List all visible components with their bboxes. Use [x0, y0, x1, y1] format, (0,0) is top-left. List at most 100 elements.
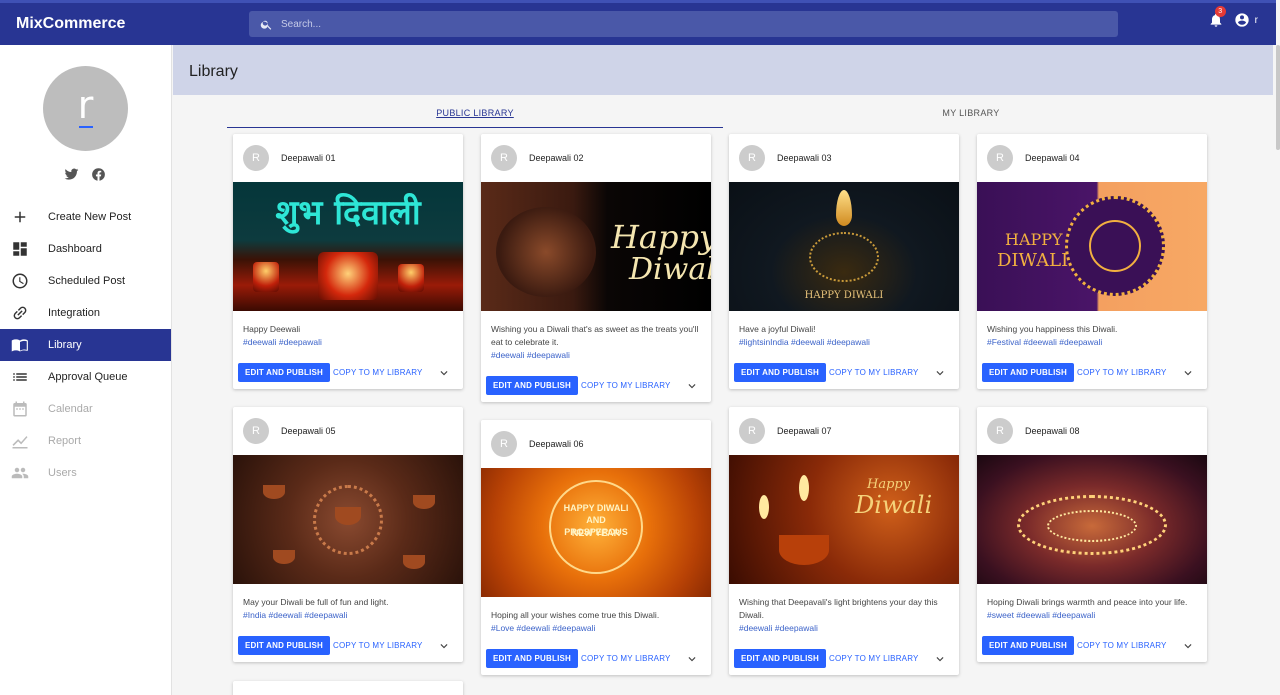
edit-and-publish-button[interactable]: EDIT AND PUBLISH	[238, 636, 331, 655]
list-icon	[13, 373, 27, 381]
edit-and-publish-button[interactable]: EDIT AND PUBLISH	[238, 363, 331, 382]
sidebar-item-label: Calendar	[48, 403, 93, 415]
dashboard-icon	[13, 242, 27, 256]
copy-to-my-library-button[interactable]: COPY TO MY LIBRARY	[581, 381, 671, 390]
sidebar-item-label: Dashboard	[48, 243, 102, 255]
search-input[interactable]	[281, 18, 1081, 30]
edit-and-publish-button[interactable]: EDIT AND PUBLISH	[734, 363, 827, 382]
sidebar-item-approval-queue[interactable]: Approval Queue	[0, 361, 171, 393]
profile-avatar[interactable]: r	[43, 66, 128, 151]
card-hashtags[interactable]: #Festival #deewali #deepawali	[977, 336, 1207, 349]
sidebar-item-calendar[interactable]: Calendar	[0, 393, 171, 425]
card-title: Deepawali 04	[1025, 153, 1080, 163]
library-card: R Deepawali 05 May your Diwali be full of…	[233, 407, 463, 662]
expand-button[interactable]	[685, 652, 699, 666]
library-card: R Deepawali 07 Happy Diwali Wishing that …	[729, 407, 959, 675]
search-icon	[260, 20, 272, 30]
expand-button[interactable]	[685, 379, 699, 393]
card-hashtags[interactable]: #deewali #deepawali	[233, 336, 463, 349]
account-menu[interactable]: r	[1234, 12, 1258, 28]
card-title: Deepawali 03	[777, 153, 832, 163]
tab-my-library[interactable]: MY LIBRARY	[723, 100, 1219, 128]
sidebar-item-report[interactable]: Report	[0, 425, 171, 457]
sidebar-item-create-new-post[interactable]: Create New Post	[0, 201, 171, 233]
top-app-bar: MixCommerce 3 r	[0, 0, 1276, 45]
copy-to-my-library-button[interactable]: COPY TO MY LIBRARY	[1077, 368, 1167, 377]
edit-and-publish-button[interactable]: EDIT AND PUBLISH	[734, 649, 827, 668]
sidebar-item-users[interactable]: Users	[0, 457, 171, 489]
card-hashtags[interactable]: #lightsinIndia #deewali #deepawali	[729, 336, 959, 349]
copy-to-my-library-button[interactable]: COPY TO MY LIBRARY	[829, 654, 919, 663]
post-image[interactable]: HAPPY DIWALI	[977, 182, 1207, 311]
copy-to-my-library-button[interactable]: COPY TO MY LIBRARY	[1077, 641, 1167, 650]
image-caption: Diwali	[629, 252, 711, 287]
copy-to-my-library-button[interactable]: COPY TO MY LIBRARY	[581, 654, 671, 663]
card-caption: Wishing you happiness this Diwali.	[987, 324, 1118, 334]
sidebar-item-label: Create New Post	[48, 211, 132, 223]
card-avatar: R	[987, 418, 1013, 444]
edit-and-publish-button[interactable]: EDIT AND PUBLISH	[982, 363, 1075, 382]
post-image[interactable]: HAPPY DIWALI	[729, 182, 959, 311]
expand-button[interactable]	[1181, 366, 1195, 380]
facebook-icon[interactable]	[91, 167, 106, 182]
expand-button[interactable]	[933, 366, 947, 380]
chevron-down-icon	[936, 370, 944, 375]
image-caption: NEW YEAR	[571, 528, 621, 538]
expand-button[interactable]	[1181, 639, 1195, 653]
chevron-down-icon	[440, 643, 448, 648]
notifications-button[interactable]: 3	[1208, 6, 1226, 28]
notification-badge: 3	[1214, 6, 1226, 17]
sidebar-item-label: Scheduled Post	[48, 275, 126, 287]
card-caption: Wishing that Deepavali's light brightens…	[739, 597, 938, 620]
post-image[interactable]: Happy Diwali	[481, 182, 711, 311]
sidebar-item-integration[interactable]: Integration	[0, 297, 171, 329]
tab-public-library[interactable]: PUBLIC LIBRARY	[227, 100, 723, 128]
card-hashtags[interactable]: #deewali #deepawali	[481, 349, 711, 362]
post-image[interactable]	[977, 455, 1207, 584]
copy-to-my-library-button[interactable]: COPY TO MY LIBRARY	[333, 368, 423, 377]
scrollbar-thumb[interactable]	[1276, 45, 1280, 150]
calendar-icon	[13, 401, 27, 417]
expand-button[interactable]	[437, 639, 451, 653]
copy-to-my-library-button[interactable]: COPY TO MY LIBRARY	[829, 368, 919, 377]
card-avatar: R	[491, 145, 517, 171]
brand-logo[interactable]: MixCommerce	[16, 15, 249, 33]
post-image[interactable]: HAPPY DIWALI AND PROSPEROUS NEW YEAR	[481, 468, 711, 597]
search-bar[interactable]	[249, 11, 1118, 37]
card-hashtags[interactable]: #deewali #deepawali	[729, 622, 959, 635]
card-avatar: R	[243, 145, 269, 171]
twitter-icon[interactable]	[64, 167, 79, 182]
copy-to-my-library-button[interactable]: COPY TO MY LIBRARY	[333, 641, 423, 650]
library-card: R Deepawali 08 Hoping Diwali brings warmt…	[977, 407, 1207, 662]
clock-icon	[12, 273, 28, 289]
expand-button[interactable]	[437, 366, 451, 380]
expand-button[interactable]	[933, 652, 947, 666]
card-caption: Have a joyful Diwali!	[739, 324, 816, 334]
sidebar-item-scheduled-post[interactable]: Scheduled Post	[0, 265, 171, 297]
chevron-down-icon	[1184, 370, 1192, 375]
sidebar-item-library[interactable]: Library	[0, 329, 171, 361]
sidebar-item-dashboard[interactable]: Dashboard	[0, 233, 171, 265]
image-caption: Happy	[611, 218, 711, 256]
card-title: Deepawali 06	[529, 439, 584, 449]
edit-and-publish-button[interactable]: EDIT AND PUBLISH	[486, 376, 579, 395]
edit-and-publish-button[interactable]: EDIT AND PUBLISH	[982, 636, 1075, 655]
chevron-down-icon	[688, 656, 696, 661]
card-caption: Hoping all your wishes come true this Di…	[491, 610, 660, 620]
library-card: R Deepawali 02 Happy Diwali Wishing you a…	[481, 134, 711, 402]
sidebar-nav: Create New Post Dashboard Scheduled Post…	[0, 201, 171, 489]
profile-avatar-letter: r	[77, 82, 94, 127]
post-image[interactable]: शुभ दिवाली	[233, 182, 463, 311]
card-hashtags[interactable]: #India #deewali #deepawali	[233, 609, 463, 622]
card-caption: Wishing you a Diwali that's as sweet as …	[491, 324, 699, 347]
card-title: Deepawali 01	[281, 153, 336, 163]
link-icon	[13, 306, 27, 320]
card-hashtags[interactable]: #sweet #deewali #deepawali	[977, 609, 1207, 622]
card-avatar: R	[739, 145, 765, 171]
card-hashtags[interactable]: #Love #deewali #deepawali	[481, 622, 711, 635]
image-caption: HAPPY	[1005, 230, 1063, 249]
edit-and-publish-button[interactable]: EDIT AND PUBLISH	[486, 649, 579, 668]
image-caption: HAPPY DIWALI	[804, 290, 884, 301]
post-image[interactable]	[233, 455, 463, 584]
post-image[interactable]: Happy Diwali	[729, 455, 959, 584]
